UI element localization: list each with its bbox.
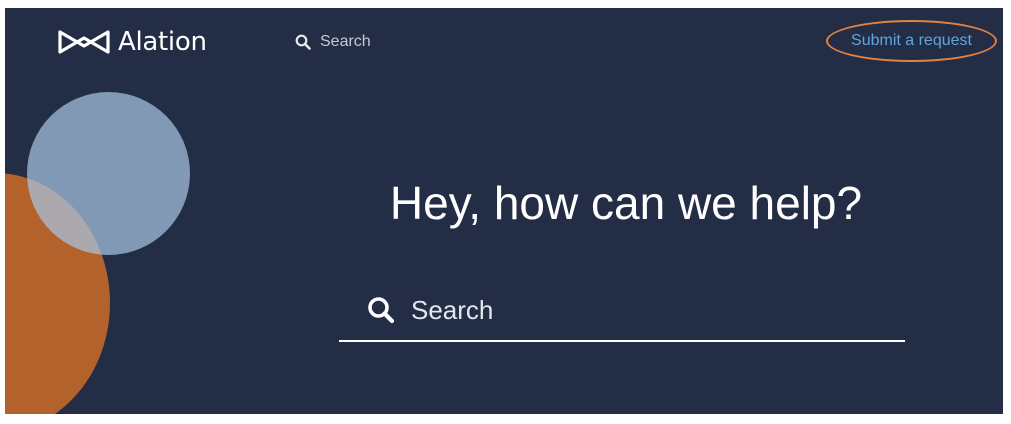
search-icon — [368, 297, 395, 324]
search-icon — [295, 34, 311, 50]
alation-logo[interactable]: Alation — [56, 26, 207, 58]
main-search-input[interactable]: Search — [339, 280, 905, 342]
main-search-placeholder: Search — [411, 294, 494, 325]
hero-section: Alation Search Submit a request Hey, how… — [5, 8, 1003, 414]
page-headline: Hey, how can we help? — [389, 177, 863, 229]
logo-text: Alation — [118, 27, 207, 57]
submit-request-wrapper: Submit a request — [826, 20, 997, 62]
decorative-blue-circle — [27, 92, 190, 255]
submit-request-link[interactable]: Submit a request — [851, 32, 972, 50]
header-search[interactable]: Search — [295, 30, 371, 54]
header-search-placeholder: Search — [320, 33, 371, 50]
alation-bowtie-icon — [58, 30, 110, 54]
